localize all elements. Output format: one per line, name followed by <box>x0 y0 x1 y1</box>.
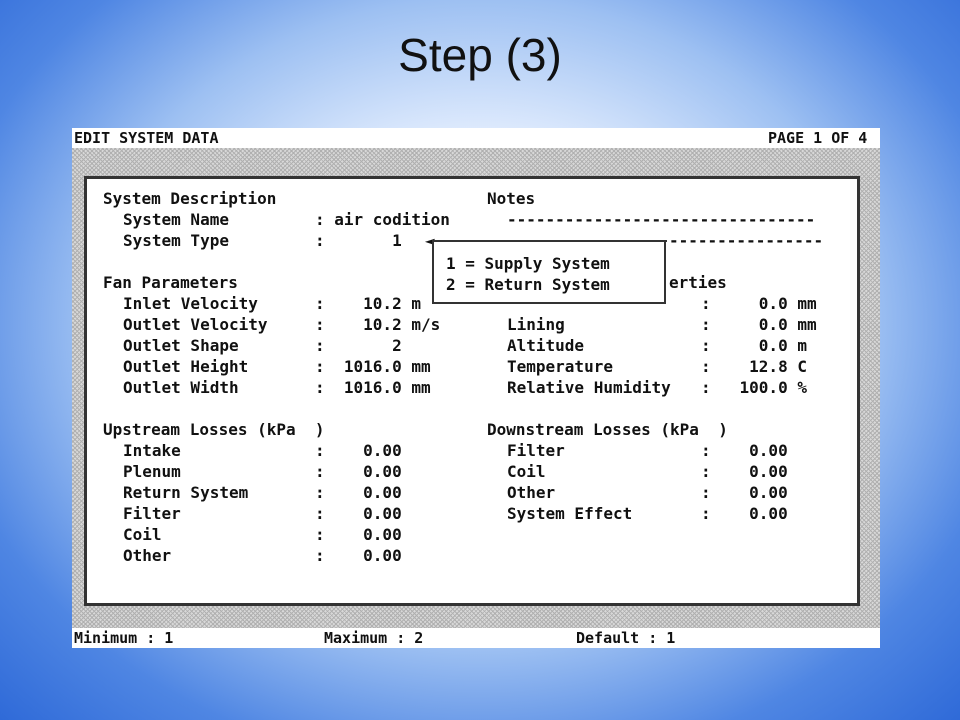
fan-label: Outlet Width <box>123 378 239 397</box>
fan-label: Outlet Shape <box>123 336 239 355</box>
popup-option-supply[interactable]: 1 = Supply System <box>446 254 610 274</box>
upstream-value-field[interactable]: : 0.00 <box>315 525 402 545</box>
property-label: Altitude <box>507 336 585 355</box>
notes-line-1[interactable]: -------------------------------- <box>507 210 815 230</box>
system-type-field[interactable]: : 1 <box>315 231 402 251</box>
upstream-label: Return System <box>123 483 249 502</box>
downstream-label: System Effect <box>507 504 633 523</box>
property-label: Temperature <box>507 357 613 376</box>
fan-value-field[interactable]: : 1016.0 mm <box>315 357 431 377</box>
upstream-label: Filter <box>123 504 181 523</box>
property-value-field[interactable]: : 100.0 % <box>701 378 807 398</box>
slide-title: Step (3) <box>398 29 562 81</box>
system-type-label: System Type <box>123 231 229 250</box>
property-value-field[interactable]: : 0.0 m <box>701 336 807 356</box>
system-name-label: System Name <box>123 210 229 229</box>
upstream-heading: Upstream Losses (kPa ) <box>103 420 325 439</box>
maximum-hint: Maximum : 2 <box>324 629 424 647</box>
downstream-label: Filter <box>507 441 565 460</box>
upstream-value-field[interactable]: : 0.00 <box>315 504 402 524</box>
downstream-value-field[interactable]: : 0.00 <box>701 462 788 482</box>
page-indicator: PAGE 1 OF 4 <box>768 129 868 147</box>
minimum-hint: Minimum : 1 <box>74 629 174 647</box>
downstream-value-field[interactable]: : 0.00 <box>701 441 788 461</box>
upstream-value-field[interactable]: : 0.00 <box>315 462 402 482</box>
popup-option-return[interactable]: 2 = Return System <box>446 275 610 295</box>
data-panel: System Description System Name : air cod… <box>84 176 860 606</box>
upstream-label: Coil <box>123 525 162 544</box>
footer-bar: Minimum : 1 Maximum : 2 Default : 1 <box>72 628 880 648</box>
screen-title: EDIT SYSTEM DATA <box>74 129 219 147</box>
upstream-label: Intake <box>123 441 181 460</box>
system-type-popup: 1 = Supply System 2 = Return System <box>432 240 666 304</box>
property-value-field[interactable]: : 12.8 C <box>701 357 807 377</box>
downstream-label: Other <box>507 483 556 502</box>
upstream-value-field[interactable]: : 0.00 <box>315 441 402 461</box>
upstream-label: Other <box>123 546 172 565</box>
upstream-label: Plenum <box>123 462 181 481</box>
header-bar: EDIT SYSTEM DATA PAGE 1 OF 4 <box>72 128 880 148</box>
property-label: Relative Humidity <box>507 378 671 397</box>
dos-window: EDIT SYSTEM DATA PAGE 1 OF 4 System Desc… <box>72 128 880 648</box>
fan-label: Outlet Height <box>123 357 249 376</box>
notes-heading: Notes <box>487 189 536 208</box>
fan-value-field[interactable]: : 10.2 m/s <box>315 315 440 335</box>
system-name-field[interactable]: : air codition <box>315 210 450 230</box>
property-value-field[interactable]: : 0.0 mm <box>701 315 817 335</box>
fan-value-field[interactable]: : 10.2 m <box>315 294 421 314</box>
system-heading: System Description <box>103 189 277 208</box>
downstream-heading: Downstream Losses (kPa ) <box>487 420 728 439</box>
fan-value-field[interactable]: : 2 <box>315 336 402 356</box>
upstream-value-field[interactable]: : 0.00 <box>315 546 402 566</box>
property-value-field[interactable]: : 0.0 mm <box>701 294 817 314</box>
fan-label: Outlet Velocity <box>123 315 268 334</box>
fan-label: Inlet Velocity <box>123 294 258 313</box>
downstream-value-field[interactable]: : 0.00 <box>701 483 788 503</box>
downstream-label: Coil <box>507 462 546 481</box>
fan-heading: Fan Parameters <box>103 273 238 292</box>
properties-heading: erties <box>669 273 727 292</box>
fan-value-field[interactable]: : 1016.0 mm <box>315 378 431 398</box>
default-hint: Default : 1 <box>576 629 676 647</box>
upstream-value-field[interactable]: : 0.00 <box>315 483 402 503</box>
property-label: Lining <box>507 315 565 334</box>
downstream-value-field[interactable]: : 0.00 <box>701 504 788 524</box>
notes-line-2[interactable]: ---------------- <box>669 231 823 251</box>
